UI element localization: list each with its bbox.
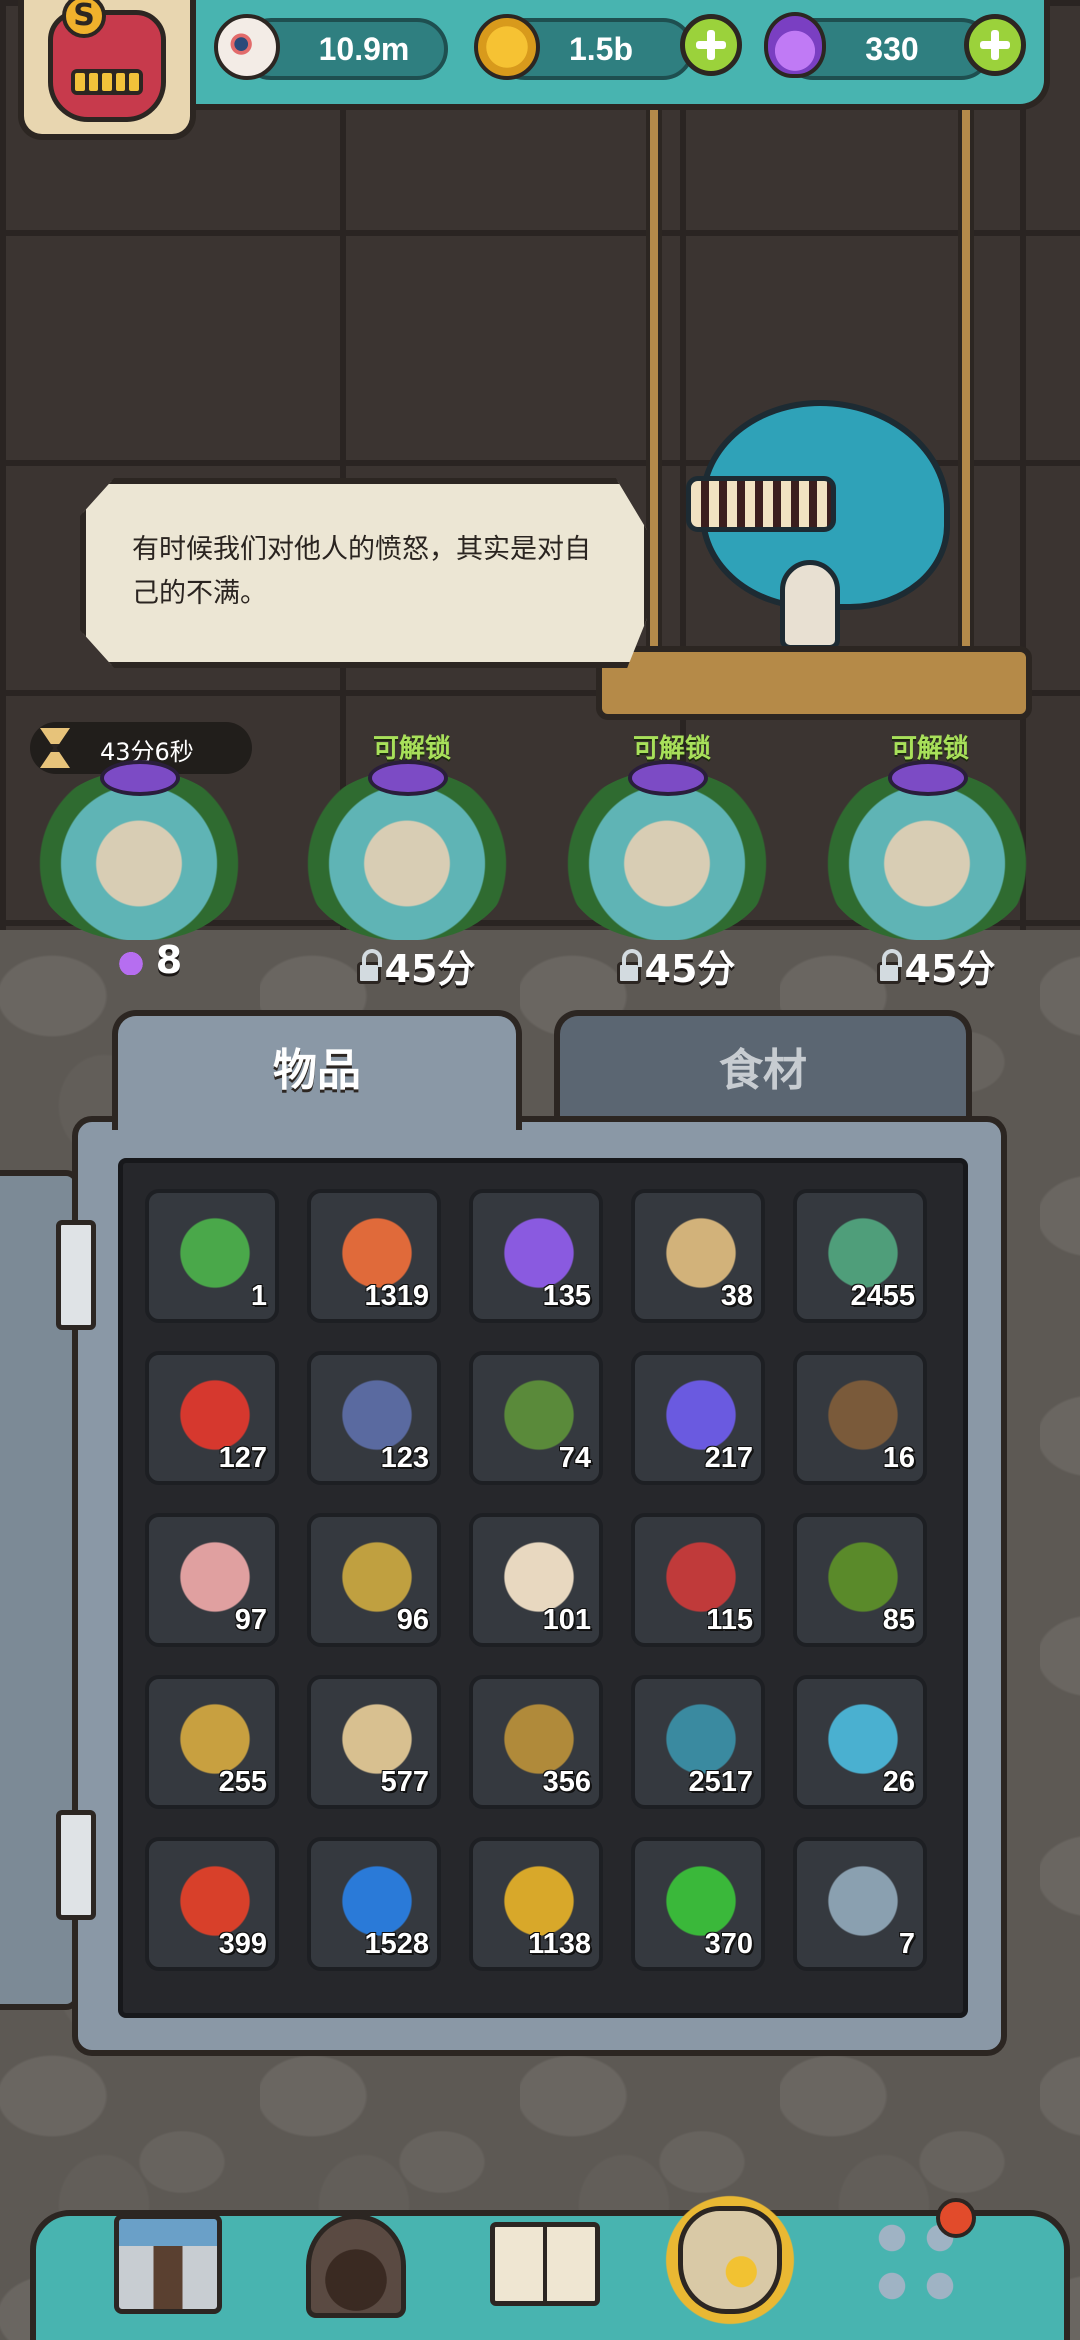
item-count: 255: [218, 1766, 267, 1798]
potion-icon: [117, 947, 144, 975]
item-count: 1528: [364, 1928, 429, 1960]
item-count: 370: [704, 1928, 753, 1960]
item-count: 7: [898, 1928, 915, 1960]
inventory-slot[interactable]: 370: [631, 1837, 765, 1971]
nav-shop-button[interactable]: [108, 2200, 238, 2330]
inventory-slot[interactable]: 1138: [469, 1837, 603, 1971]
item-count: 135: [542, 1280, 591, 1312]
add-potions-button[interactable]: [964, 14, 1026, 76]
inventory-slot[interactable]: 38: [631, 1189, 765, 1323]
inventory-slot[interactable]: 115: [631, 1513, 765, 1647]
notification-badge: [936, 2198, 976, 2238]
egg-horns-icon: [888, 760, 968, 796]
item-count: 16: [882, 1442, 915, 1474]
item-count: 97: [234, 1604, 267, 1636]
item-count: 115: [706, 1604, 753, 1636]
eyes-value: 10.9m: [318, 30, 410, 67]
inventory-slot[interactable]: 1319: [307, 1189, 441, 1323]
lock-icon: [876, 949, 902, 984]
inventory-slot[interactable]: 123: [307, 1351, 441, 1485]
item-bag-icon: [678, 2206, 782, 2314]
shop-icon: [114, 2214, 222, 2314]
inventory-panel: 1 1319 135 38 2455 127 123 74 217 16 97 96 101 115 85 2…: [72, 1116, 1007, 2056]
inventory-slot[interactable]: 1528: [307, 1837, 441, 1971]
item-count: 577: [380, 1766, 429, 1798]
egg-count: 8: [50, 938, 250, 982]
monster-lair-icon: [306, 2214, 406, 2318]
nav-lair-button[interactable]: [290, 2200, 420, 2330]
inventory-slot[interactable]: 97: [145, 1513, 279, 1647]
drawer-hinge: [56, 1810, 96, 1920]
item-count: 2455: [850, 1280, 915, 1312]
item-count: 1138: [528, 1928, 591, 1960]
tab-items[interactable]: 物品: [112, 1010, 522, 1130]
wooden-swing: [596, 646, 1032, 720]
coins-value: 1.5b: [568, 30, 634, 67]
inventory-slot[interactable]: 255: [145, 1675, 279, 1809]
inventory-slot[interactable]: 74: [469, 1351, 603, 1485]
item-count: 85: [882, 1604, 915, 1636]
drawer-hinge: [56, 1220, 96, 1330]
inventory-grid[interactable]: 1 1319 135 38 2455 127 123 74 217 16 97 96 101 115 85 2…: [118, 1158, 968, 2018]
tab-ingredients[interactable]: 食材: [554, 1010, 972, 1118]
inventory-slot[interactable]: 577: [307, 1675, 441, 1809]
gold-coin-icon: [474, 14, 540, 80]
book-icon: [490, 2222, 600, 2306]
nav-bag-button[interactable]: [664, 2180, 794, 2314]
inventory-slot[interactable]: 356: [469, 1675, 603, 1809]
inventory-slot[interactable]: 2517: [631, 1675, 765, 1809]
player-avatar[interactable]: S: [18, 0, 196, 140]
inventory-slot[interactable]: 1: [145, 1189, 279, 1323]
inventory-slot[interactable]: 7: [793, 1837, 927, 1971]
item-count: 2517: [688, 1766, 753, 1798]
inventory-slot[interactable]: 2455: [793, 1189, 927, 1323]
nav-book-button[interactable]: [484, 2200, 614, 2330]
item-count: 356: [542, 1766, 591, 1798]
item-count: 399: [218, 1928, 267, 1960]
inventory-slot[interactable]: 399: [145, 1837, 279, 1971]
inventory-slot[interactable]: 127: [145, 1351, 279, 1485]
egg-horns-icon: [368, 760, 448, 796]
egg-horns-icon: [628, 760, 708, 796]
egg-count: 45分: [836, 938, 1036, 993]
inventory-slot[interactable]: 135: [469, 1189, 603, 1323]
potions-value: 330: [865, 30, 919, 67]
item-count: 74: [558, 1442, 591, 1474]
inventory-slot[interactable]: 96: [307, 1513, 441, 1647]
inventory-slot[interactable]: 26: [793, 1675, 927, 1809]
egg-horns-icon: [100, 760, 180, 796]
item-count: 1319: [364, 1280, 429, 1312]
item-count: 1: [250, 1280, 267, 1312]
npc-speech-text: 有时候我们对他人的愤怒，其实是对自己的不满。: [132, 534, 591, 609]
egg-count: 45分: [576, 938, 776, 993]
egg-count: 45分: [316, 938, 516, 993]
eyeball-icon: [214, 14, 280, 80]
lock-icon: [616, 949, 642, 984]
small-rider-character: [780, 560, 840, 650]
item-count: 96: [396, 1604, 429, 1636]
inventory-slot[interactable]: 85: [793, 1513, 927, 1647]
item-count: 101: [542, 1604, 591, 1636]
lock-icon: [356, 949, 382, 984]
item-count: 123: [380, 1442, 429, 1474]
inventory-slot[interactable]: 217: [631, 1351, 765, 1485]
swing-rope: [958, 110, 974, 670]
item-count: 217: [704, 1442, 753, 1474]
item-count: 127: [218, 1442, 267, 1474]
item-count: 26: [882, 1766, 915, 1798]
inventory-slot[interactable]: 16: [793, 1351, 927, 1485]
add-coins-button[interactable]: [680, 14, 742, 76]
item-count: 38: [720, 1280, 753, 1312]
purple-potion-icon: [764, 12, 826, 78]
inventory-slot[interactable]: 101: [469, 1513, 603, 1647]
